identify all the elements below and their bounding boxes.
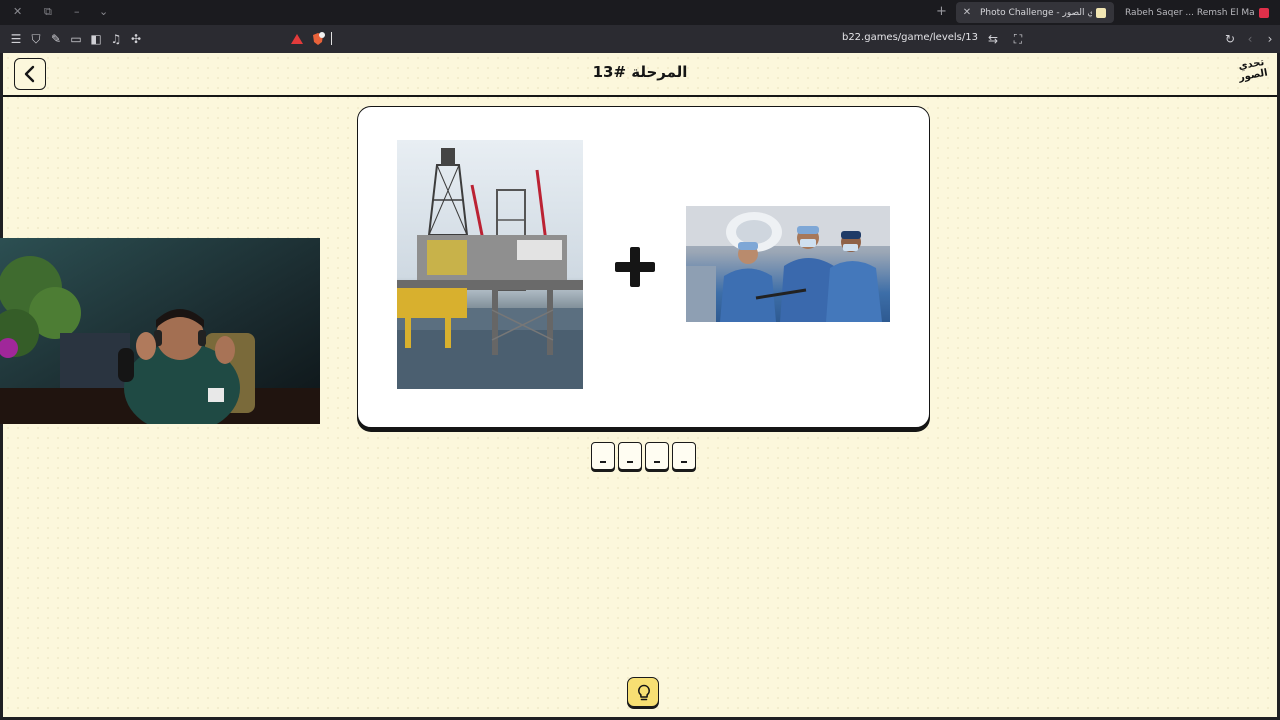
puzzle-image-oil-rig: [397, 140, 583, 389]
reload-icon[interactable]: ↻: [1222, 31, 1238, 47]
tab-title: Rabeh Saqer ... Remsh El Maha | المها: [1125, 7, 1255, 18]
answer-slot[interactable]: [645, 442, 669, 470]
webcam-overlay: [0, 238, 320, 424]
browser-tab-bar: ✕ ⧉ – ⌄ + ✕ Photo Challenge - لعبة تحدي …: [0, 0, 1280, 25]
chevron-left-icon: [24, 65, 35, 83]
restore-window-icon[interactable]: ⧉: [44, 5, 52, 19]
answer-slot[interactable]: [591, 442, 615, 470]
lightbulb-icon: [638, 684, 650, 701]
back-button[interactable]: [14, 58, 46, 90]
bookmark-icon[interactable]: ⛶: [1010, 31, 1026, 47]
tab-title: Photo Challenge - لعبة تحدي الصور: [980, 7, 1092, 18]
extensions-puzzle-icon[interactable]: ✣: [128, 31, 144, 47]
forward-nav-icon[interactable]: ›: [1262, 31, 1278, 47]
tab-photo-challenge[interactable]: ✕ Photo Challenge - لعبة تحدي الصور: [956, 2, 1114, 23]
game-header: المرحلة #13 تحدي الصور: [3, 53, 1277, 97]
tab-list-chevron-icon[interactable]: ⌄: [99, 5, 108, 19]
sidebar-icon[interactable]: ◧: [88, 31, 104, 47]
answer-slots: [591, 442, 696, 470]
tab-rabeh-saqer[interactable]: Rabeh Saqer ... Remsh El Maha | المها: [1120, 2, 1278, 23]
alert-triangle-icon[interactable]: [289, 31, 305, 47]
address-bar-url[interactable]: b22.games/game/levels/13: [820, 32, 978, 43]
answer-slot[interactable]: [672, 442, 696, 470]
wallet-icon[interactable]: ▭: [68, 31, 84, 47]
logo: تحدي الصور: [1237, 56, 1269, 84]
minimize-window-icon[interactable]: –: [74, 5, 80, 19]
media-favicon-icon: [1259, 7, 1269, 18]
hint-button[interactable]: [627, 677, 659, 707]
new-tab-plus-icon[interactable]: +: [936, 4, 947, 20]
puzzle-card: [357, 106, 930, 428]
back-nav-icon[interactable]: ‹: [1242, 31, 1258, 47]
address-caret: [331, 32, 332, 45]
puzzle-image-surgeons: [686, 206, 890, 322]
close-tab-icon[interactable]: ✕: [960, 7, 974, 18]
site-favicon-icon: [1096, 7, 1106, 18]
share-icon[interactable]: ⇆: [985, 31, 1001, 47]
music-icon[interactable]: ♫: [108, 31, 124, 47]
answer-slot[interactable]: [618, 442, 642, 470]
browser-toolbar: ☰ ⛉ ✎ ▭ ◧ ♫ ✣ ⇆ ⛶ ↻ ‹ ›: [0, 25, 1280, 53]
close-window-icon[interactable]: ✕: [13, 5, 22, 19]
pin-icon[interactable]: ✎: [48, 31, 64, 47]
page-title: المرحلة #13: [592, 63, 688, 81]
menu-icon[interactable]: ☰: [8, 31, 24, 47]
brave-rewards-icon[interactable]: [310, 31, 326, 47]
plus-icon: [615, 247, 655, 287]
shield-icon[interactable]: ⛉: [28, 31, 44, 47]
